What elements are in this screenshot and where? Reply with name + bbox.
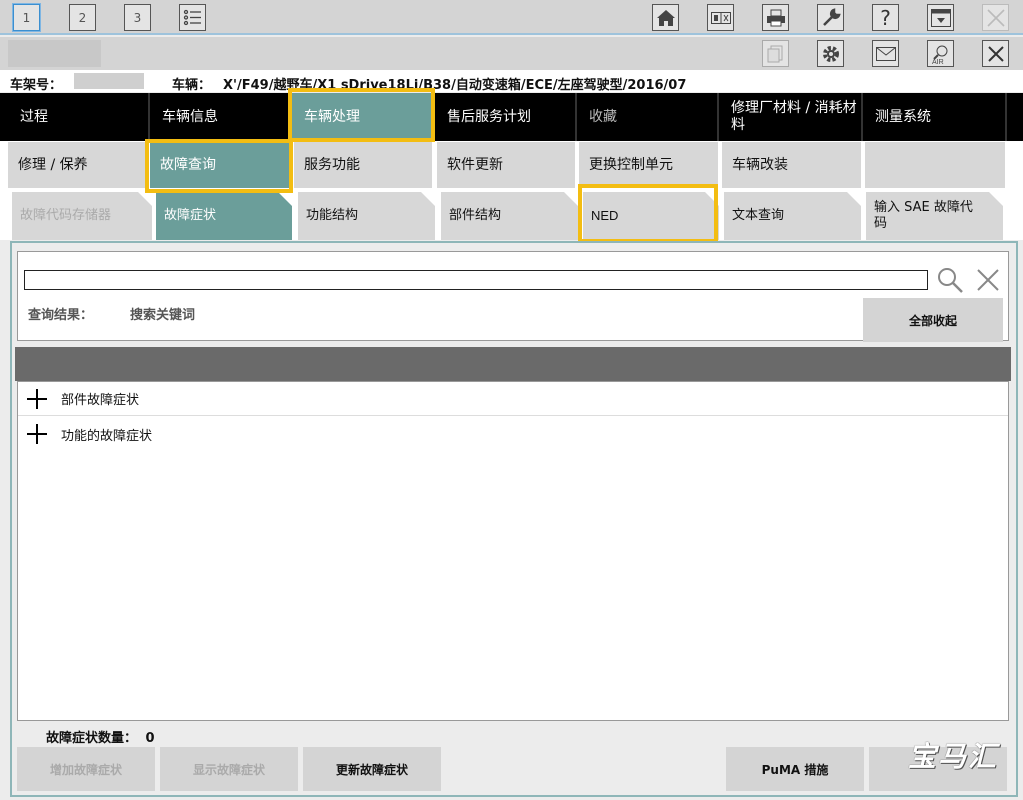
tab-bar: 故障代码存储器 故障症状 功能结构 部件结构 NED 文本查询 输入 SAE 故…: [0, 188, 1023, 240]
document-icon: [762, 40, 789, 67]
nav-measurement[interactable]: 测量系统: [863, 93, 1007, 141]
help-icon[interactable]: ?: [872, 4, 899, 31]
nav-vehicle-processing[interactable]: 车辆处理: [290, 93, 433, 141]
subnav-replace-ecu[interactable]: 更换控制单元: [579, 142, 718, 188]
nav-vehicle-info[interactable]: 车辆信息: [150, 93, 290, 141]
vin-label: 车架号：: [10, 78, 63, 93]
symptom-tree: 部件故障症状 功能的故障症状: [17, 381, 1009, 721]
page-tab-3[interactable]: 3: [124, 4, 151, 31]
subnav-repair[interactable]: 修理 / 保养: [8, 142, 146, 188]
update-symptom-button[interactable]: 更新故障症状: [303, 747, 441, 791]
puma-button[interactable]: PuMA 措施: [726, 747, 864, 791]
show-symptom-button[interactable]: 显示故障症状: [160, 747, 298, 791]
search-panel: 查询结果： 搜索关键词 全部收起: [17, 251, 1009, 342]
results-header: [15, 347, 1011, 381]
tree-row-label: 部件故障症状: [61, 393, 140, 408]
collapse-all-button[interactable]: 全部收起: [863, 298, 1003, 342]
tab-ned[interactable]: NED: [583, 192, 719, 240]
nav-process[interactable]: 过程: [0, 93, 150, 141]
page-tab-2[interactable]: 2: [69, 4, 96, 31]
top-toolbar: 1 2 3 ?: [0, 0, 1023, 35]
result-value: 搜索关键词: [130, 308, 196, 323]
search-icon[interactable]: [936, 266, 964, 294]
vehicle-label: 车辆：: [172, 78, 212, 93]
user-field: [8, 40, 101, 67]
subnav-service-functions[interactable]: 服务功能: [294, 142, 432, 188]
secondary-toolbar: AIR: [0, 37, 1023, 70]
tab-sae-code[interactable]: 输入 SAE 故障代码: [866, 192, 1003, 240]
list-icon[interactable]: [179, 4, 206, 31]
home-icon[interactable]: [652, 4, 679, 31]
compare-icon[interactable]: [707, 4, 734, 31]
tree-row-label: 功能的故障症状: [61, 428, 153, 444]
wrench-icon[interactable]: [817, 4, 844, 31]
close-session-icon[interactable]: [982, 40, 1009, 67]
air-icon[interactable]: AIR: [927, 40, 954, 67]
nav-favorites[interactable]: 收藏: [577, 93, 719, 141]
tree-row-component[interactable]: 部件故障症状: [18, 382, 1008, 416]
main-nav: 过程 车辆信息 车辆处理 售后服务计划 收藏 修理厂材料 / 消耗材料 测量系统: [0, 93, 1023, 141]
search-input[interactable]: [24, 270, 928, 290]
nav-service-plan[interactable]: 售后服务计划: [433, 93, 577, 141]
tab-fault-memory[interactable]: 故障代码存储器: [12, 192, 152, 240]
mail-icon[interactable]: [872, 40, 899, 67]
page-tab-1[interactable]: 1: [13, 4, 40, 31]
add-symptom-button[interactable]: 增加故障症状: [17, 747, 155, 791]
printer-icon[interactable]: [762, 4, 789, 31]
clear-icon[interactable]: [976, 268, 1000, 292]
close-icon[interactable]: [982, 4, 1009, 31]
subnav-software-update[interactable]: 软件更新: [437, 142, 575, 188]
tab-function-structure[interactable]: 功能结构: [298, 192, 435, 240]
watermark: 宝马汇: [907, 740, 998, 773]
expand-icon[interactable]: [27, 424, 47, 444]
tab-component-structure[interactable]: 部件结构: [441, 192, 578, 240]
nav-workshop-materials[interactable]: 修理厂材料 / 消耗材料: [719, 93, 863, 141]
symptom-count: 故障症状数量： 0: [46, 727, 155, 746]
subnav-fault-query[interactable]: 故障查询: [150, 142, 290, 188]
count-value: 0: [145, 731, 155, 746]
subnav-empty: [865, 142, 1005, 188]
tab-text-search[interactable]: 文本查询: [724, 192, 861, 240]
sub-nav: 修理 / 保养 故障查询 服务功能 软件更新 更换控制单元 车辆改装: [0, 141, 1023, 188]
vehicle-bar: 车架号： 车辆： X'/F49/越野车/X1 sDrive18Li/B38/自动…: [0, 70, 1023, 93]
window-menu-icon[interactable]: [927, 4, 954, 31]
vehicle-value: X'/F49/越野车/X1 sDrive18Li/B38/自动变速箱/ECE/左…: [223, 78, 687, 93]
content-panel: 查询结果： 搜索关键词 全部收起 部件故障症状 功能的故障症状 故障症状数量： …: [10, 241, 1018, 797]
tree-row-function[interactable]: 功能的故障症状: [18, 417, 1008, 451]
count-label: 故障症状数量：: [46, 731, 138, 746]
subnav-retrofit[interactable]: 车辆改装: [722, 142, 861, 188]
expand-icon[interactable]: [27, 388, 47, 409]
result-label: 查询结果：: [28, 308, 94, 323]
gear-icon[interactable]: [817, 40, 844, 67]
vin-field: [74, 73, 144, 89]
tab-fault-symptoms[interactable]: 故障症状: [156, 192, 292, 240]
svg-text:AIR: AIR: [932, 59, 944, 65]
